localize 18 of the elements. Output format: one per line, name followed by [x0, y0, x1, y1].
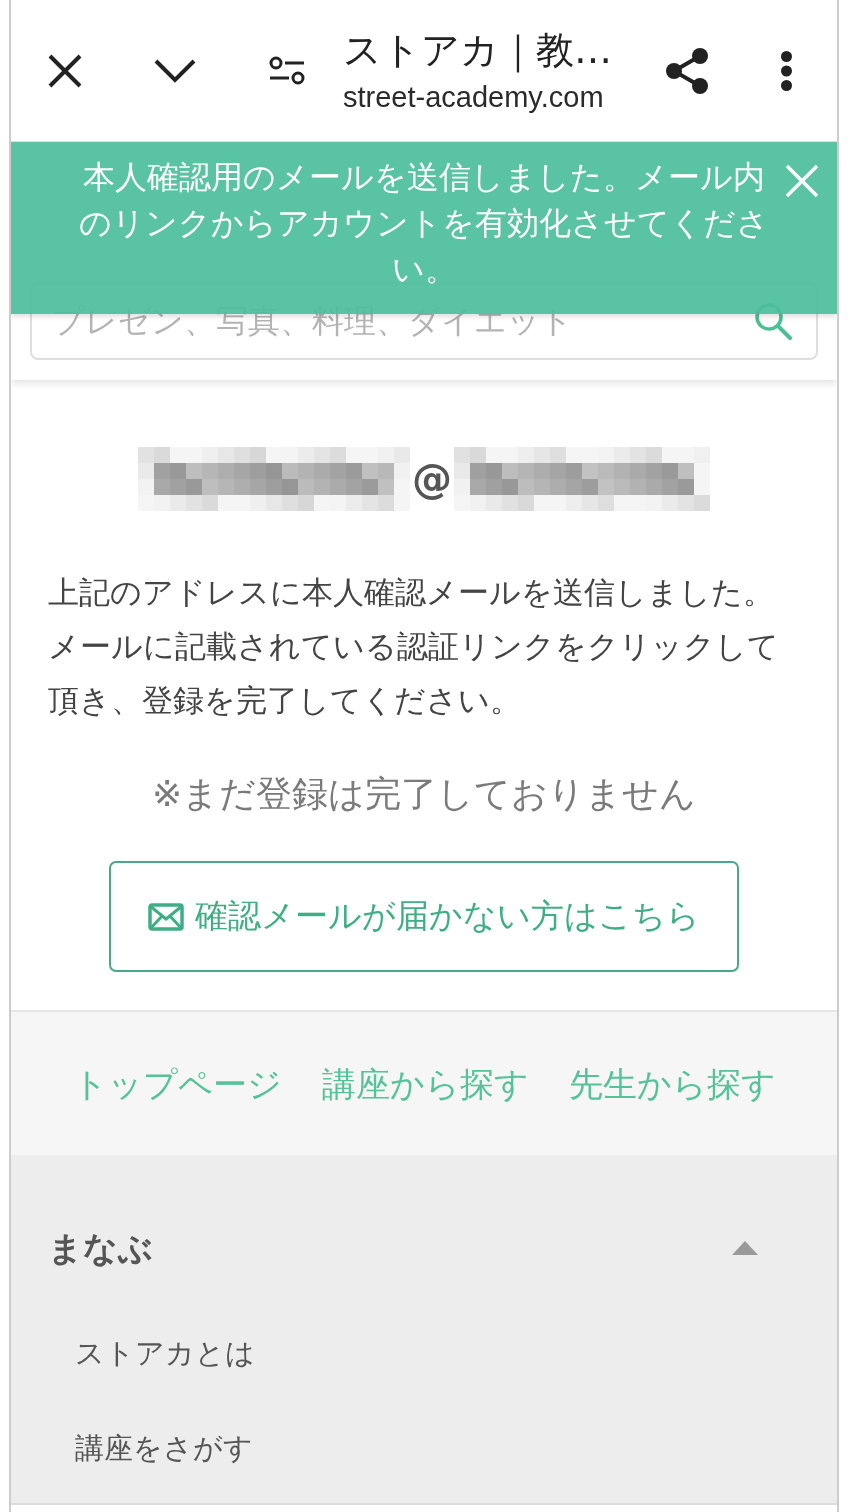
more-icon[interactable]	[780, 50, 792, 91]
share-icon[interactable]	[665, 46, 709, 95]
tune-icon[interactable]	[269, 55, 305, 86]
page-title: ストアカ｜教…	[343, 26, 612, 74]
footer-link[interactable]: トップページ	[72, 1060, 282, 1107]
footer-link[interactable]: 先生から探す	[568, 1060, 776, 1107]
mail-icon	[148, 902, 184, 931]
accordion-item[interactable]: ストアカとは	[75, 1332, 255, 1373]
chevron-down-icon[interactable]	[154, 58, 196, 83]
confirmation-message: 上記のアドレスに本人確認メールを送信しました。メールに記載されている認証リンクをクリックして頂き、登録を完了してください。	[48, 573, 780, 720]
email-at-sign: @	[412, 455, 452, 503]
resend-email-button[interactable]: 確認メールが届かない方はこちら	[109, 861, 739, 972]
accordion-title[interactable]: まなぶ	[48, 1225, 153, 1271]
page-url: street-academy.com	[343, 79, 604, 115]
accordion-item[interactable]: 講座をさがす	[75, 1427, 253, 1468]
footer-link[interactable]: 講座から探す	[321, 1060, 529, 1107]
close-icon[interactable]	[48, 53, 82, 88]
registration-notice: ※まだ登録は完了しておりません	[151, 772, 697, 816]
